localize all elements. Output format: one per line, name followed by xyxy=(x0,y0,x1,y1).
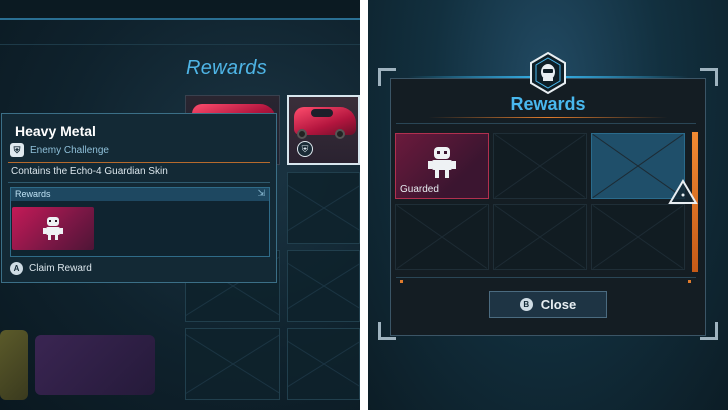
reward-item-guardian-skin[interactable] xyxy=(12,207,94,250)
heading-underline xyxy=(428,117,668,118)
rewards-heading: Rewards xyxy=(510,94,586,114)
close-label: Close xyxy=(540,297,577,312)
rewards-box: Rewards ⇲ xyxy=(10,187,270,257)
robot-icon xyxy=(428,147,456,178)
empty-slot[interactable] xyxy=(493,204,587,270)
empty-slot[interactable] xyxy=(185,328,280,400)
divider xyxy=(8,182,270,183)
shield-icon: ⛨ xyxy=(10,143,24,157)
divider xyxy=(8,162,270,163)
empty-slot[interactable] xyxy=(287,328,360,400)
close-button[interactable]: B Close xyxy=(489,291,607,318)
reward-tooltip: Heavy Metal ⛨ Enemy Challenge Contains t… xyxy=(1,113,277,283)
shield-icon: ⛨ xyxy=(297,141,313,157)
background-line xyxy=(0,44,360,45)
right-screenshot: Rewards Guarded B Close xyxy=(368,0,728,410)
reward-slot-guarded[interactable]: Guarded xyxy=(395,133,489,199)
expand-icon: ⇲ xyxy=(257,188,265,198)
left-screenshot: Rewards ⛨ Heavy Metal ⛨ Enemy Challenge … xyxy=(0,0,360,410)
robot-icon xyxy=(43,217,63,240)
rewards-label: Rewards xyxy=(15,189,51,199)
triangle-cursor-icon xyxy=(668,179,698,204)
frame-corner xyxy=(378,68,396,86)
helmet-hex-emblem-icon xyxy=(530,52,566,94)
a-button-icon: A xyxy=(10,262,23,275)
deco-tile xyxy=(0,330,28,400)
tooltip-description: Contains the Echo-4 Guardian Skin xyxy=(11,166,168,177)
frame-corner xyxy=(700,322,718,340)
info-strip xyxy=(396,277,696,285)
empty-slot[interactable] xyxy=(395,204,489,270)
empty-slot[interactable] xyxy=(287,172,360,244)
claim-reward-prompt[interactable]: A Claim Reward xyxy=(10,262,92,275)
challenge-type-row: ⛨ Enemy Challenge xyxy=(10,142,109,158)
frame-corner xyxy=(700,68,718,86)
divider xyxy=(396,123,696,124)
rewards-label-bar: Rewards ⇲ xyxy=(11,188,269,201)
reward-slot-car-selected[interactable]: ⛨ xyxy=(287,95,360,165)
challenge-type-label: Enemy Challenge xyxy=(30,144,109,156)
slot-status-label: Guarded xyxy=(400,184,439,195)
empty-slot[interactable] xyxy=(591,204,685,270)
rewards-heading: Rewards xyxy=(186,57,268,79)
frame-corner xyxy=(378,322,396,340)
tooltip-title: Heavy Metal xyxy=(15,123,96,139)
empty-slot[interactable] xyxy=(287,250,360,322)
b-button-icon: B xyxy=(519,298,533,311)
top-bar xyxy=(0,0,360,20)
deco-tile xyxy=(35,335,155,395)
claim-reward-label: Claim Reward xyxy=(29,263,92,274)
empty-slot[interactable] xyxy=(493,133,587,199)
